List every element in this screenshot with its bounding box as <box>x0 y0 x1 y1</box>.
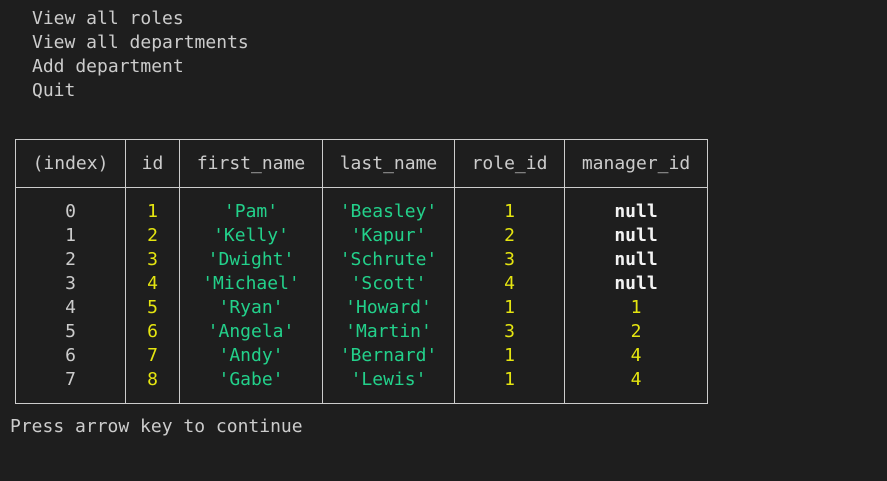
last-name-cell: 'Schrute' <box>322 248 455 272</box>
table-row: 5 6 'Angela' 'Martin' 3 2 <box>15 320 708 344</box>
menu-item-add-department[interactable]: Add department <box>32 55 249 79</box>
table-row: 1 2 'Kelly' 'Kapur' 2 null <box>15 224 708 248</box>
last-name-cell: 'Scott' <box>322 272 455 296</box>
id-cell: 7 <box>125 344 180 368</box>
index-cell: 5 <box>15 320 126 344</box>
id-cell: 4 <box>125 272 180 296</box>
id-cell: 6 <box>125 320 180 344</box>
role-id-cell: 2 <box>454 224 565 248</box>
column-header-index: (index) <box>15 139 126 188</box>
menu-list: View all roles View all departments Add … <box>32 7 249 103</box>
first-name-cell: 'Michael' <box>179 272 323 296</box>
continue-prompt: Press arrow key to continue <box>10 416 303 437</box>
role-id-cell: 1 <box>454 296 565 320</box>
employee-table: (index) id first_name last_name role_id … <box>15 139 708 404</box>
id-cell: 5 <box>125 296 180 320</box>
id-cell: 1 <box>125 187 180 224</box>
first-name-cell: 'Kelly' <box>179 224 323 248</box>
id-cell: 3 <box>125 248 180 272</box>
last-name-cell: 'Martin' <box>322 320 455 344</box>
manager-id-cell: null <box>564 224 708 248</box>
index-cell: 1 <box>15 224 126 248</box>
role-id-cell: 3 <box>454 320 565 344</box>
manager-id-cell: 4 <box>564 344 708 368</box>
index-cell: 7 <box>15 368 126 404</box>
role-id-cell: 1 <box>454 368 565 404</box>
index-cell: 0 <box>15 187 126 224</box>
role-id-cell: 1 <box>454 344 565 368</box>
column-header-first-name: first_name <box>179 139 323 188</box>
table-header-row: (index) id first_name last_name role_id … <box>15 139 708 188</box>
column-header-id: id <box>125 139 180 188</box>
index-cell: 6 <box>15 344 126 368</box>
index-cell: 3 <box>15 272 126 296</box>
role-id-cell: 1 <box>454 187 565 224</box>
last-name-cell: 'Kapur' <box>322 224 455 248</box>
manager-id-cell: null <box>564 272 708 296</box>
role-id-cell: 4 <box>454 272 565 296</box>
first-name-cell: 'Angela' <box>179 320 323 344</box>
last-name-cell: 'Howard' <box>322 296 455 320</box>
manager-id-cell: 4 <box>564 368 708 404</box>
last-name-cell: 'Beasley' <box>322 187 455 224</box>
menu-item-view-all-departments[interactable]: View all departments <box>32 31 249 55</box>
manager-id-cell: 1 <box>564 296 708 320</box>
first-name-cell: 'Ryan' <box>179 296 323 320</box>
column-header-last-name: last_name <box>322 139 455 188</box>
last-name-cell: 'Lewis' <box>322 368 455 404</box>
first-name-cell: 'Andy' <box>179 344 323 368</box>
first-name-cell: 'Pam' <box>179 187 323 224</box>
table-row: 0 1 'Pam' 'Beasley' 1 null <box>15 187 708 224</box>
manager-id-cell: 2 <box>564 320 708 344</box>
id-cell: 8 <box>125 368 180 404</box>
menu-item-quit[interactable]: Quit <box>32 79 249 103</box>
last-name-cell: 'Bernard' <box>322 344 455 368</box>
table-row: 3 4 'Michael' 'Scott' 4 null <box>15 272 708 296</box>
column-header-role-id: role_id <box>454 139 565 188</box>
menu-item-view-all-roles[interactable]: View all roles <box>32 7 249 31</box>
index-cell: 4 <box>15 296 126 320</box>
table-row: 6 7 'Andy' 'Bernard' 1 4 <box>15 344 708 368</box>
table-row: 7 8 'Gabe' 'Lewis' 1 4 <box>15 368 708 404</box>
manager-id-cell: null <box>564 187 708 224</box>
id-cell: 2 <box>125 224 180 248</box>
table-row: 4 5 'Ryan' 'Howard' 1 1 <box>15 296 708 320</box>
table-row: 2 3 'Dwight' 'Schrute' 3 null <box>15 248 708 272</box>
manager-id-cell: null <box>564 248 708 272</box>
first-name-cell: 'Gabe' <box>179 368 323 404</box>
index-cell: 2 <box>15 248 126 272</box>
column-header-manager-id: manager_id <box>564 139 708 188</box>
first-name-cell: 'Dwight' <box>179 248 323 272</box>
role-id-cell: 3 <box>454 248 565 272</box>
